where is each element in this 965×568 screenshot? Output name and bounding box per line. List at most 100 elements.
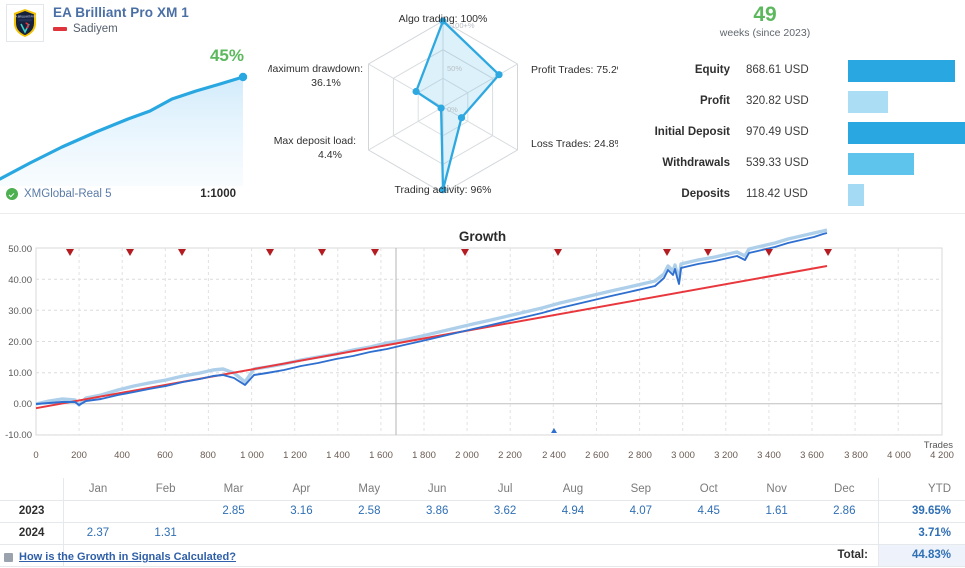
radar-label-algo-trading: Algo trading: 100% xyxy=(399,13,488,25)
table-row: 2024 2.37 1.31 3.71% xyxy=(0,522,965,544)
col-dec: Dec xyxy=(810,478,879,501)
x-tick: 0 xyxy=(33,450,39,461)
svg-text:EA BRILLIANT PRO: EA BRILLIANT PRO xyxy=(14,16,36,19)
growth-chart: Growth Growth, % Average Trades 50.00 40… xyxy=(0,228,965,478)
stat-label: Deposits xyxy=(681,188,730,200)
signal-header: EA BRILLIANT PRO EA Brilliant Pro XM 1 S… xyxy=(6,4,189,42)
row-year: 2023 xyxy=(0,500,65,522)
top-summary-row: EA BRILLIANT PRO EA Brilliant Pro XM 1 S… xyxy=(0,0,965,214)
table-row: 2023 2.85 3.16 2.58 3.86 3.62 4.94 4.07 … xyxy=(0,500,965,522)
x-tick: 4 200 xyxy=(930,450,954,461)
radar-label-max-deposit-load: Max deposit load: xyxy=(274,135,356,147)
x-tick: 2 000 xyxy=(455,450,479,461)
radar-label-loss-trades: Loss Trades: 24.8% xyxy=(531,138,618,150)
stat-bar xyxy=(848,122,965,144)
stat-bar xyxy=(848,153,914,175)
cell-month xyxy=(471,522,539,544)
cell-month: 1.31 xyxy=(154,527,177,539)
cell-month: 4.94 xyxy=(561,505,585,517)
cell-ytd: 3.71% xyxy=(877,522,965,544)
cell-month xyxy=(200,522,268,544)
x-tick: 2 200 xyxy=(498,450,522,461)
x-tick: 3 800 xyxy=(844,450,868,461)
x-tick: 3 600 xyxy=(800,450,824,461)
col-jul: Jul xyxy=(471,478,540,501)
x-tick: 1 600 xyxy=(369,450,393,461)
stat-value: 118.42 USD xyxy=(746,188,808,200)
cell-month: 3.62 xyxy=(493,505,517,517)
stat-row-profit: Profit 320.82 USD xyxy=(620,91,965,115)
top-divider xyxy=(0,213,965,214)
x-tick: 4 000 xyxy=(887,450,911,461)
stat-bar xyxy=(848,184,864,206)
cell-month: 2.85 xyxy=(222,505,245,517)
leverage-label: 1:1000 xyxy=(200,188,236,200)
col-year xyxy=(0,478,65,501)
cell-month xyxy=(267,522,335,544)
stat-bar xyxy=(848,91,888,113)
stat-label: Withdrawals xyxy=(662,157,730,169)
stat-row-deposits: Deposits 118.42 USD xyxy=(620,184,965,208)
radar-label-trading-activity: Trading activity: 96% xyxy=(394,184,491,196)
stat-label: Equity xyxy=(694,64,730,76)
table-header-row: Jan Feb Mar Apr May Jun Jul Aug Sep Oct … xyxy=(0,478,965,501)
stat-bar xyxy=(848,60,955,82)
cell-month: 4.07 xyxy=(629,505,653,517)
col-apr: Apr xyxy=(267,478,336,501)
broker-label[interactable]: XMGlobal-Real 5 xyxy=(24,188,112,200)
footer: How is the Growth in Signals Calculated? xyxy=(0,546,600,568)
signal-author[interactable]: Sadiyem xyxy=(73,23,118,35)
stat-value: 320.82 USD xyxy=(746,95,809,107)
signal-author-row: Sadiyem xyxy=(53,23,189,35)
stat-row-initial-deposit: Initial Deposit 970.49 USD xyxy=(620,122,965,146)
weeks-value: 49 xyxy=(753,3,777,26)
col-may: May xyxy=(335,478,404,501)
signal-card[interactable]: EA BRILLIANT PRO EA Brilliant Pro XM 1 S… xyxy=(0,0,262,214)
x-tick: 2 600 xyxy=(585,450,609,461)
weeks-block: 49 weeks (since 2023) xyxy=(690,3,840,39)
cell-month xyxy=(811,522,879,544)
total-value: 44.83% xyxy=(877,544,965,566)
x-tick: 2 800 xyxy=(628,450,652,461)
col-nov: Nov xyxy=(742,478,811,501)
stat-value: 868.61 USD xyxy=(746,64,809,76)
col-sep: Sep xyxy=(606,478,675,501)
radar-ring-0: 0% xyxy=(447,105,458,114)
stat-row-equity: Equity 868.61 USD xyxy=(620,60,965,84)
x-tick: 3 400 xyxy=(757,450,781,461)
col-ytd: YTD xyxy=(877,478,965,501)
col-mar: Mar xyxy=(199,478,268,501)
radar-ring-50: 50% xyxy=(447,64,462,73)
cell-month xyxy=(335,522,403,544)
cell-month xyxy=(675,522,743,544)
radar-label-profit-trades: Profit Trades: 75.2% xyxy=(531,64,618,76)
row-year: 2024 xyxy=(0,522,65,544)
col-jun: Jun xyxy=(403,478,472,501)
x-tick: 800 xyxy=(200,450,216,461)
growth-plot-area xyxy=(35,228,943,436)
cell-month xyxy=(743,522,811,544)
radar-label-max-deposit-load-value: 4.4% xyxy=(318,149,342,161)
cell-month xyxy=(539,522,607,544)
signal-name[interactable]: EA Brilliant Pro XM 1 xyxy=(53,5,189,20)
info-square-icon xyxy=(4,552,13,562)
col-oct: Oct xyxy=(674,478,743,501)
account-stats: 49 weeks (since 2023) Equity 868.61 USD … xyxy=(620,0,965,214)
cell-month: 2.58 xyxy=(358,505,381,517)
stat-label: Profit xyxy=(699,95,730,107)
x-tick: 1 000 xyxy=(240,450,264,461)
col-jan: Jan xyxy=(63,478,132,501)
stat-row-withdrawals: Withdrawals 539.33 USD xyxy=(620,153,965,177)
signal-summary-page: EA BRILLIANT PRO EA Brilliant Pro XM 1 S… xyxy=(0,0,965,568)
x-tick: 2 400 xyxy=(542,450,566,461)
x-tick: 1 200 xyxy=(283,450,307,461)
x-tick: 200 xyxy=(71,450,87,461)
shield-logo-icon: EA BRILLIANT PRO xyxy=(6,4,44,42)
growth-calculation-link[interactable]: How is the Growth in Signals Calculated? xyxy=(19,551,236,563)
signal-footer: XMGlobal-Real 5 1:1000 xyxy=(6,188,256,200)
cell-month: 3.16 xyxy=(290,505,313,517)
cell-month xyxy=(64,500,132,522)
cell-month: 2.37 xyxy=(86,527,110,539)
stat-value: 539.33 USD xyxy=(746,157,809,169)
cell-month: 2.86 xyxy=(833,505,856,517)
